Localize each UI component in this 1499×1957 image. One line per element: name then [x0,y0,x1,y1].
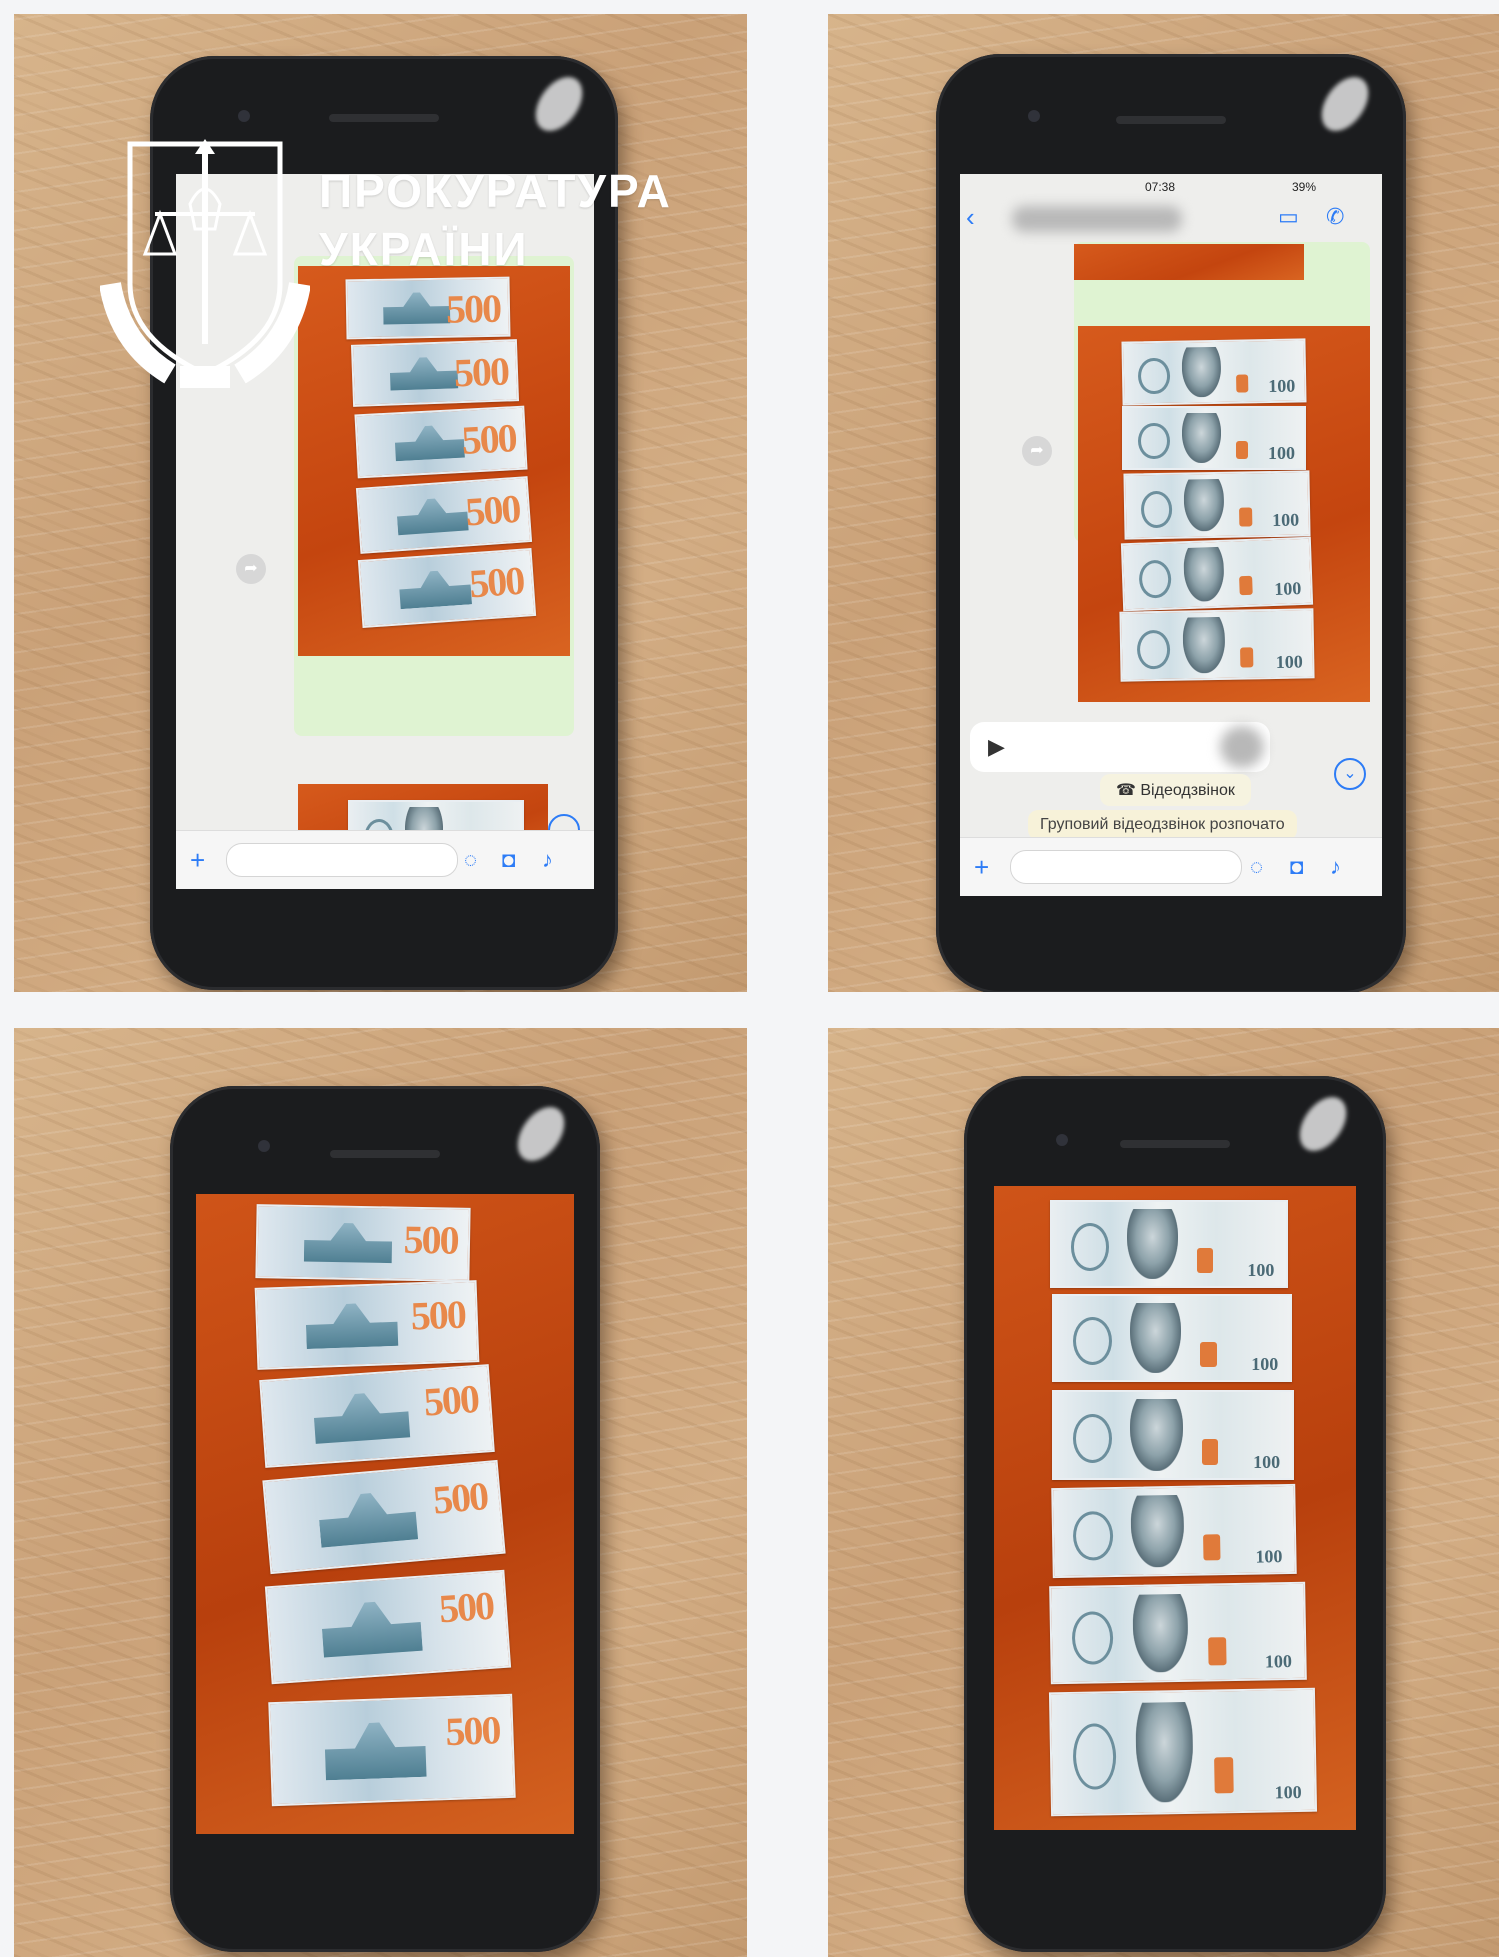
message-input[interactable] [1010,850,1242,884]
input-bar: + ◌ ◘ ♪ [176,830,594,889]
phone-screen: 07:38 39% ‹ ▭ ✆ 100 100 100 100 100 ➦ ▶ … [960,174,1382,896]
camera-icon[interactable]: ◘ [1290,854,1303,880]
forward-icon[interactable]: ➦ [236,554,266,584]
plus-icon[interactable]: + [974,854,989,880]
message-input[interactable] [226,843,458,877]
photo-top-left: 500 500 500 500 500 100 ➦ ⌄ + ◌ ◘ ♪ [14,14,747,992]
sticker-icon[interactable]: ◌ [1250,854,1263,880]
photo-top-right: 07:38 39% ‹ ▭ ✆ 100 100 100 100 100 ➦ ▶ … [828,14,1499,992]
group-call-text: Груповий відеодзвінок розпочато [1028,810,1297,840]
status-battery: 39% [1292,180,1317,194]
plus-icon[interactable]: + [190,847,205,873]
camera-icon[interactable]: ◘ [502,847,515,873]
back-chevron-icon[interactable]: ‹ [966,204,975,230]
input-bar: + ◌ ◘ ♪ [960,837,1382,896]
phone: 500 500 500 500 500 500 [170,1086,600,1952]
status-time: 07:38 [1145,180,1176,194]
mic-icon[interactable]: ♪ [542,847,553,873]
phone: 07:38 39% ‹ ▭ ✆ 100 100 100 100 100 ➦ ▶ … [936,54,1406,992]
forward-icon[interactable]: ➦ [1022,436,1052,466]
phone-screen: 100 100 100 100 100 100 [994,1186,1356,1830]
phone-icon[interactable]: ✆ [1326,204,1344,230]
sticker-icon[interactable]: ◌ [464,847,477,873]
voice-message[interactable]: ▶ [970,722,1270,772]
photo-bottom-right: 100 100 100 100 100 100 [828,1028,1499,1957]
photo-bottom-left: 500 500 500 500 500 500 [14,1028,747,1957]
chevron-down-icon[interactable]: ⌄ [1334,758,1366,790]
video-call-label: ☎ Відеодзвінок [1100,774,1251,806]
mic-icon[interactable]: ♪ [1330,854,1341,880]
prosecutor-emblem [100,139,310,388]
play-icon[interactable]: ▶ [988,734,1005,760]
watermark-title: ПРОКУРАТУРА УКРАЇНИ [319,165,672,275]
video-icon[interactable]: ▭ [1278,204,1299,230]
phone-screen: 500 500 500 500 500 500 [196,1194,574,1834]
phone: 100 100 100 100 100 100 [964,1076,1386,1952]
